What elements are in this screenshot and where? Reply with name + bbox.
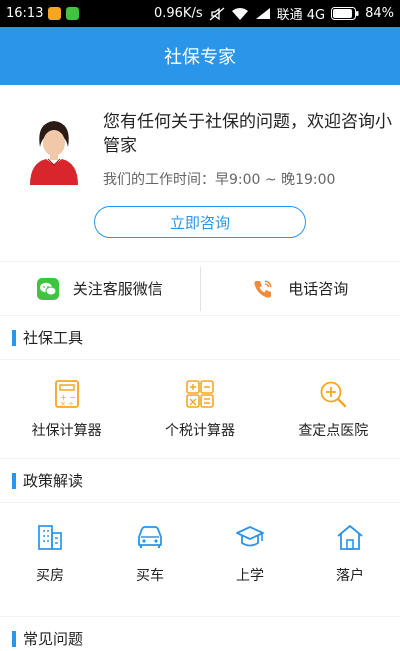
section-accent-bar — [12, 472, 16, 489]
hospital-search-icon — [320, 381, 347, 408]
signal-icon — [255, 8, 270, 19]
policy-label: 买车 — [136, 568, 164, 584]
phone-icon — [254, 279, 272, 298]
section-title: 政策解读 — [23, 472, 84, 490]
tools-grid: + − × ÷ 社保计算器 个税计算器 查定点医院 — [0, 360, 400, 458]
battery-level: 84% — [365, 6, 394, 21]
section-accent-bar — [12, 630, 16, 647]
wechat-label: 关注客服微信 — [72, 280, 163, 298]
tax-calculator-button[interactable]: 个税计算器 — [133, 360, 266, 458]
section-accent-bar — [12, 329, 16, 346]
tool-label: 个税计算器 — [164, 423, 235, 439]
policy-label: 落户 — [336, 568, 364, 584]
policy-label: 买房 — [36, 568, 64, 584]
app-bar: 社保专家 — [0, 27, 400, 85]
intro-message: 您有任何关于社保的问题，欢迎咨询小管家 — [103, 112, 392, 156]
section-title: 社保工具 — [23, 329, 84, 347]
phone-consult-button[interactable]: 电话咨询 — [201, 262, 400, 315]
settle-hukou-button[interactable]: 落户 — [300, 503, 400, 616]
policy-label: 上学 — [236, 568, 264, 584]
wifi-icon — [231, 7, 248, 20]
social-security-calculator-button[interactable]: + − × ÷ 社保计算器 — [0, 360, 133, 458]
calculator-icon: + − × ÷ — [54, 380, 79, 408]
status-bar: 16:13 0.96K/s 联通 4G 84% — [0, 0, 400, 27]
tax-calculator-icon — [186, 380, 214, 408]
section-title: 常见问题 — [23, 630, 84, 648]
wechat-follow-button[interactable]: 关注客服微信 — [0, 262, 200, 315]
wechat-icon — [36, 277, 59, 300]
building-icon — [38, 525, 62, 550]
svg-text:× ÷: × ÷ — [60, 400, 74, 408]
battery-icon — [331, 7, 359, 20]
notification-app-icon — [48, 7, 62, 20]
intro-card: 您有任何关于社保的问题，欢迎咨询小管家 我们的工作时间：早9:00 ~ 晚19:… — [0, 85, 400, 261]
tool-label: 社保计算器 — [31, 423, 102, 439]
tools-section-header: 社保工具 — [0, 316, 400, 359]
hospital-lookup-button[interactable]: 查定点医院 — [267, 360, 400, 458]
consult-now-button[interactable]: 立即咨询 — [94, 206, 306, 238]
school-button[interactable]: 上学 — [200, 503, 300, 616]
clock: 16:13 — [6, 6, 44, 21]
page-title: 社保专家 — [164, 47, 236, 68]
buy-house-button[interactable]: 买房 — [0, 503, 100, 616]
house-icon — [337, 525, 363, 550]
faq-section-header: 常见问题 — [0, 617, 400, 651]
carrier-label: 联通 4G — [276, 8, 326, 23]
phone-label: 电话咨询 — [288, 280, 349, 298]
car-icon — [138, 526, 162, 548]
customer-service-avatar — [30, 121, 78, 185]
policy-grid: 买房 买车 上学 落户 — [0, 503, 400, 616]
tool-label: 查定点医院 — [298, 423, 369, 439]
notification-message-icon — [66, 7, 80, 20]
policy-section-header: 政策解读 — [0, 459, 400, 502]
contact-row: 关注客服微信 电话咨询 — [0, 262, 400, 315]
network-speed: 0.96K/s — [153, 6, 203, 21]
mute-icon — [209, 7, 225, 20]
graduation-cap-icon — [236, 526, 264, 547]
buy-car-button[interactable]: 买车 — [100, 503, 200, 616]
working-hours: 我们的工作时间：早9:00 ~ 晚19:00 — [103, 172, 336, 188]
